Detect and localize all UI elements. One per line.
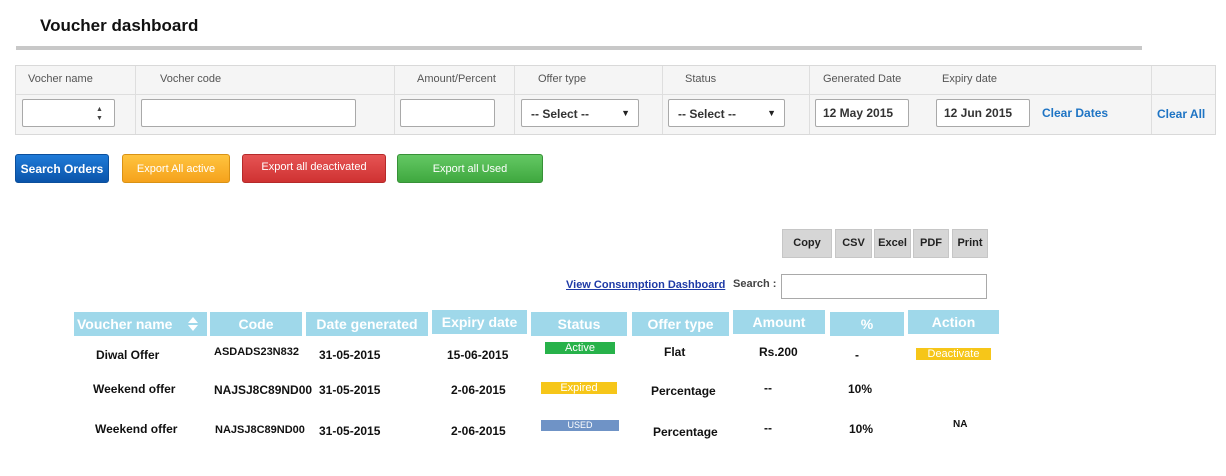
code-cell: NAJSJ8C89ND00 xyxy=(214,383,313,397)
search-input[interactable] xyxy=(781,274,987,299)
status-badge: Active xyxy=(545,342,615,354)
column-divider xyxy=(662,66,663,134)
column-header-code[interactable]: Code xyxy=(210,312,302,336)
amount-percent-header: Amount/Percent xyxy=(417,73,496,85)
export-deactivated-button[interactable]: Export all deactivated xyxy=(242,154,386,183)
date-generated-cell: 31-05-2015 xyxy=(319,424,381,438)
expiry-date-cell: 2-06-2015 xyxy=(451,383,506,397)
offer-type-cell: Flat xyxy=(664,345,686,359)
csv-button[interactable]: CSV xyxy=(835,229,872,258)
action-cell: NA xyxy=(953,419,968,430)
expiry-date-header: Expiry date xyxy=(942,73,998,85)
filter-panel: Vocher name Vocher code Amount/Percent O… xyxy=(15,65,1216,135)
search-orders-button[interactable]: Search Orders xyxy=(15,154,109,183)
column-divider xyxy=(809,66,810,134)
offer-type-selected: -- Select -- xyxy=(531,107,590,121)
column-divider xyxy=(135,66,136,134)
offer-type-select[interactable]: -- Select -- ▼ xyxy=(521,99,639,127)
export-used-button[interactable]: Export all Used xyxy=(397,154,543,183)
excel-button[interactable]: Excel xyxy=(874,229,911,258)
status-header: Status xyxy=(685,73,717,85)
column-header-label: Voucher name xyxy=(77,316,173,332)
copy-button[interactable]: Copy xyxy=(782,229,832,258)
expiry-date-input[interactable]: 12 Jun 2015 xyxy=(936,99,1030,127)
amount-cell: -- xyxy=(764,381,772,395)
column-divider xyxy=(514,66,515,134)
offer-type-cell: Percentage xyxy=(653,425,718,439)
column-divider xyxy=(1151,66,1152,134)
column-header-date-generated[interactable]: Date generated xyxy=(306,312,428,336)
column-header-action[interactable]: Action xyxy=(908,310,999,334)
offer-type-cell: Percentage xyxy=(651,384,716,398)
code-cell: NAJSJ8C89ND00 xyxy=(215,424,305,436)
generated-date-header: Generated Date xyxy=(823,73,902,85)
status-selected: -- Select -- xyxy=(678,107,737,121)
column-header-voucher-name[interactable]: Voucher name xyxy=(74,312,207,336)
date-generated-cell: 31-05-2015 xyxy=(319,348,381,362)
amount-percent-input[interactable] xyxy=(400,99,495,127)
status-badge: USED xyxy=(541,420,619,431)
chevron-down-icon: ▼ xyxy=(767,108,776,118)
spinner-icon[interactable]: ▲ ▼ xyxy=(96,104,106,122)
title-divider xyxy=(16,46,1142,50)
clear-all-link[interactable]: Clear All xyxy=(1157,107,1205,121)
expiry-date-cell: 2-06-2015 xyxy=(451,424,506,438)
voucher-code-input[interactable] xyxy=(141,99,356,127)
column-header-amount[interactable]: Amount xyxy=(733,310,825,334)
page-title: Voucher dashboard xyxy=(40,16,199,35)
code-cell: ASDADS23N832 xyxy=(214,346,299,358)
voucher-name-cell: Diwal Offer xyxy=(96,348,160,362)
voucher-name-input[interactable]: ▲ ▼ xyxy=(22,99,115,127)
offer-type-header: Offer type xyxy=(538,73,587,85)
deactivate-button[interactable]: Deactivate xyxy=(916,348,991,360)
amount-cell: Rs.200 xyxy=(759,345,798,359)
voucher-name-cell: Weekend offer xyxy=(93,382,176,396)
status-select[interactable]: -- Select -- ▼ xyxy=(668,99,785,127)
search-label: Search : xyxy=(733,278,777,290)
column-divider xyxy=(394,66,395,134)
column-header-status[interactable]: Status xyxy=(531,312,627,336)
chevron-down-icon: ▼ xyxy=(621,108,630,118)
sort-icon[interactable] xyxy=(187,316,199,332)
print-button[interactable]: Print xyxy=(952,229,988,258)
column-header-expiry-date[interactable]: Expiry date xyxy=(432,310,527,334)
voucher-name-cell: Weekend offer xyxy=(95,422,178,436)
generated-date-input[interactable]: 12 May 2015 xyxy=(815,99,909,127)
export-active-button[interactable]: Export All active xyxy=(122,154,230,183)
column-header-percent[interactable]: % xyxy=(830,312,904,336)
pdf-button[interactable]: PDF xyxy=(913,229,949,258)
clear-dates-link[interactable]: Clear Dates xyxy=(1042,106,1108,120)
status-badge: Expired xyxy=(541,382,617,394)
percent-cell: 10% xyxy=(849,422,874,436)
expiry-date-cell: 15-06-2015 xyxy=(447,348,509,362)
percent-cell: - xyxy=(855,348,859,362)
voucher-code-header: Vocher code xyxy=(160,73,222,85)
percent-cell: 10% xyxy=(848,382,873,396)
date-generated-cell: 31-05-2015 xyxy=(319,383,381,397)
voucher-name-header: Vocher name xyxy=(28,73,93,85)
column-header-offer-type[interactable]: Offer type xyxy=(632,312,729,336)
view-consumption-link[interactable]: View Consumption Dashboard xyxy=(566,279,725,291)
amount-cell: -- xyxy=(764,421,772,435)
